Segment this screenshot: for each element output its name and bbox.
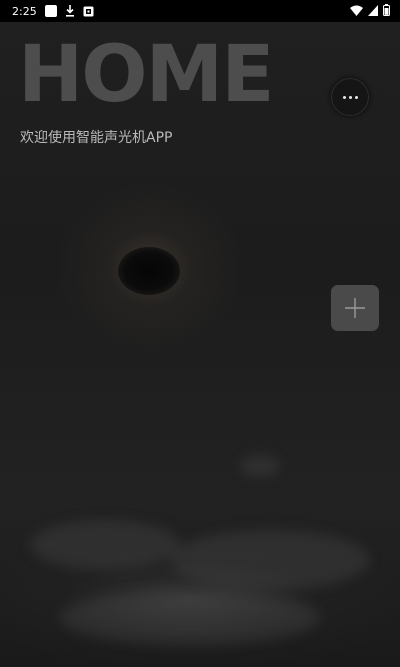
photo-icon (83, 6, 94, 17)
signal-icon (368, 4, 378, 16)
status-bar: 2:25 (0, 0, 400, 22)
notification-icons (44, 5, 94, 17)
home-screen: 2:25 HOME 欢迎使用智能声光机APP (0, 0, 400, 667)
status-time: 2:25 (12, 4, 37, 18)
wifi-icon (350, 5, 363, 16)
app-icon (44, 5, 57, 17)
background-lens-image (118, 247, 180, 295)
background-blur (240, 455, 280, 477)
welcome-subtitle: 欢迎使用智能声光机APP (20, 130, 173, 146)
background-blur (30, 520, 180, 570)
plus-icon (345, 298, 365, 318)
more-options-button[interactable] (331, 78, 369, 116)
background-blur (170, 530, 370, 590)
page-title: HOME (18, 30, 274, 120)
background-blur (60, 590, 320, 645)
more-dots-icon (342, 95, 358, 99)
battery-icon (383, 4, 390, 16)
add-device-button[interactable] (331, 285, 379, 331)
system-icons (350, 4, 390, 16)
download-icon (65, 5, 75, 17)
